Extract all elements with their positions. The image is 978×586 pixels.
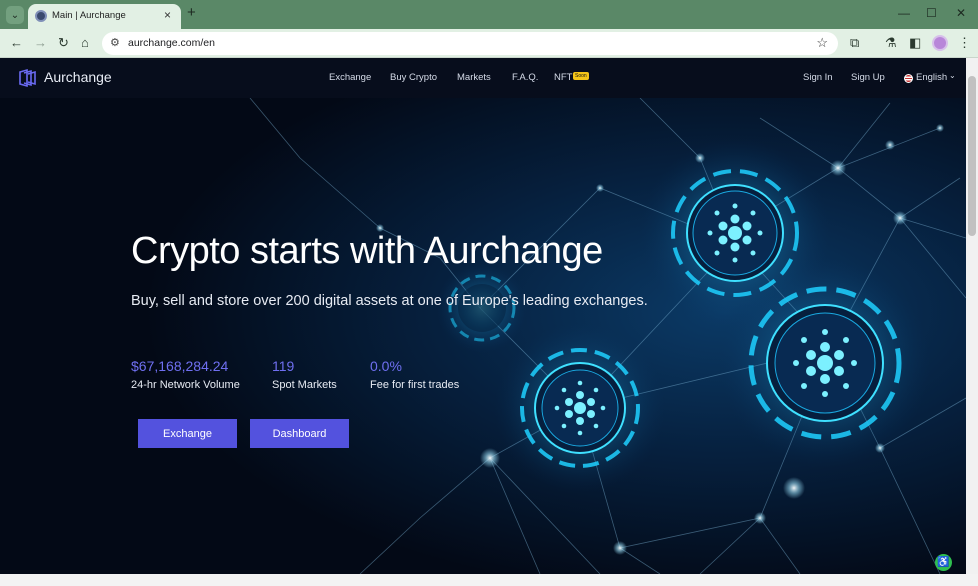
hero-subtitle: Buy, sell and store over 200 digital ass… bbox=[131, 293, 648, 309]
forward-arrow-icon[interactable]: → bbox=[34, 35, 47, 50]
window-bottom-edge bbox=[0, 574, 978, 586]
new-tab-icon[interactable]: + bbox=[187, 4, 196, 21]
accessibility-icon[interactable]: ♿ bbox=[935, 554, 952, 571]
nav-markets[interactable]: Markets bbox=[457, 72, 491, 83]
kebab-menu-icon[interactable]: ⋮ bbox=[958, 35, 971, 51]
stat-fee-value: 0.0% bbox=[370, 358, 402, 374]
sign-in-link[interactable]: Sign In bbox=[803, 72, 833, 83]
address-bar[interactable]: ⚙ aurchange.com/en ☆ bbox=[102, 32, 838, 55]
browser-title-bar: ⌄ Main | Aurchange × + — ☐ ✕ bbox=[0, 0, 978, 29]
star-icon[interactable]: ☆ bbox=[816, 35, 828, 51]
language-selector[interactable]: English bbox=[916, 72, 947, 83]
url-text[interactable]: aurchange.com/en bbox=[128, 37, 215, 49]
us-flag-icon bbox=[904, 74, 913, 83]
nav-exchange[interactable]: Exchange bbox=[329, 72, 371, 83]
nav-buy-crypto[interactable]: Buy Crypto bbox=[390, 72, 437, 83]
brand-name[interactable]: Aurchange bbox=[44, 69, 112, 85]
exchange-button[interactable]: Exchange bbox=[138, 419, 237, 448]
brand-logo-icon[interactable] bbox=[18, 68, 38, 88]
site-header: Aurchange Exchange Buy Crypto Markets F.… bbox=[0, 58, 966, 98]
maximize-icon[interactable]: ☐ bbox=[926, 6, 937, 20]
window-close-icon[interactable]: ✕ bbox=[956, 6, 966, 20]
tab-search-icon[interactable]: ⌄ bbox=[6, 6, 24, 24]
reload-icon[interactable]: ↻ bbox=[58, 35, 69, 51]
sign-up-link[interactable]: Sign Up bbox=[851, 72, 885, 83]
back-arrow-icon[interactable]: ← bbox=[10, 35, 23, 50]
chevron-down-icon[interactable]: ⌄ bbox=[949, 71, 956, 80]
page-scrollbar[interactable] bbox=[966, 58, 978, 574]
hero-network-illustration bbox=[0, 98, 966, 574]
stat-network-volume-label: 24-hr Network Volume bbox=[131, 379, 240, 391]
minimize-icon[interactable]: — bbox=[898, 6, 910, 20]
stat-fee-label: Fee for first trades bbox=[370, 379, 460, 391]
labs-icon[interactable]: ⚗ bbox=[885, 35, 897, 51]
profile-avatar[interactable] bbox=[932, 35, 948, 51]
soon-badge: Soon bbox=[573, 72, 589, 80]
extensions-icon[interactable]: ⧉ bbox=[850, 35, 859, 51]
stat-network-volume-value: $67,168,284.24 bbox=[131, 358, 229, 374]
stat-spot-markets-label: Spot Markets bbox=[272, 379, 337, 391]
tab-close-icon[interactable]: × bbox=[164, 8, 171, 22]
nav-nft[interactable]: NFT bbox=[554, 72, 572, 83]
page-viewport: Aurchange Exchange Buy Crypto Markets F.… bbox=[0, 58, 966, 574]
stat-spot-markets-value: 119 bbox=[272, 358, 295, 374]
tab-favicon-icon bbox=[35, 10, 47, 22]
dashboard-button[interactable]: Dashboard bbox=[250, 419, 349, 448]
tab-title: Main | Aurchange bbox=[52, 10, 126, 21]
scrollbar-thumb[interactable] bbox=[968, 76, 976, 236]
hero-title: Crypto starts with Aurchange bbox=[131, 230, 603, 272]
nav-faq[interactable]: F.A.Q. bbox=[512, 72, 538, 83]
browser-toolbar: ← → ↻ ⌂ ⚙ aurchange.com/en ☆ ⧉ ⚗ ◧ ⋮ bbox=[0, 29, 978, 58]
home-icon[interactable]: ⌂ bbox=[81, 35, 89, 50]
site-info-icon[interactable]: ⚙ bbox=[110, 36, 120, 49]
side-panel-icon[interactable]: ◧ bbox=[909, 35, 921, 51]
browser-tab[interactable]: Main | Aurchange × bbox=[28, 4, 181, 29]
